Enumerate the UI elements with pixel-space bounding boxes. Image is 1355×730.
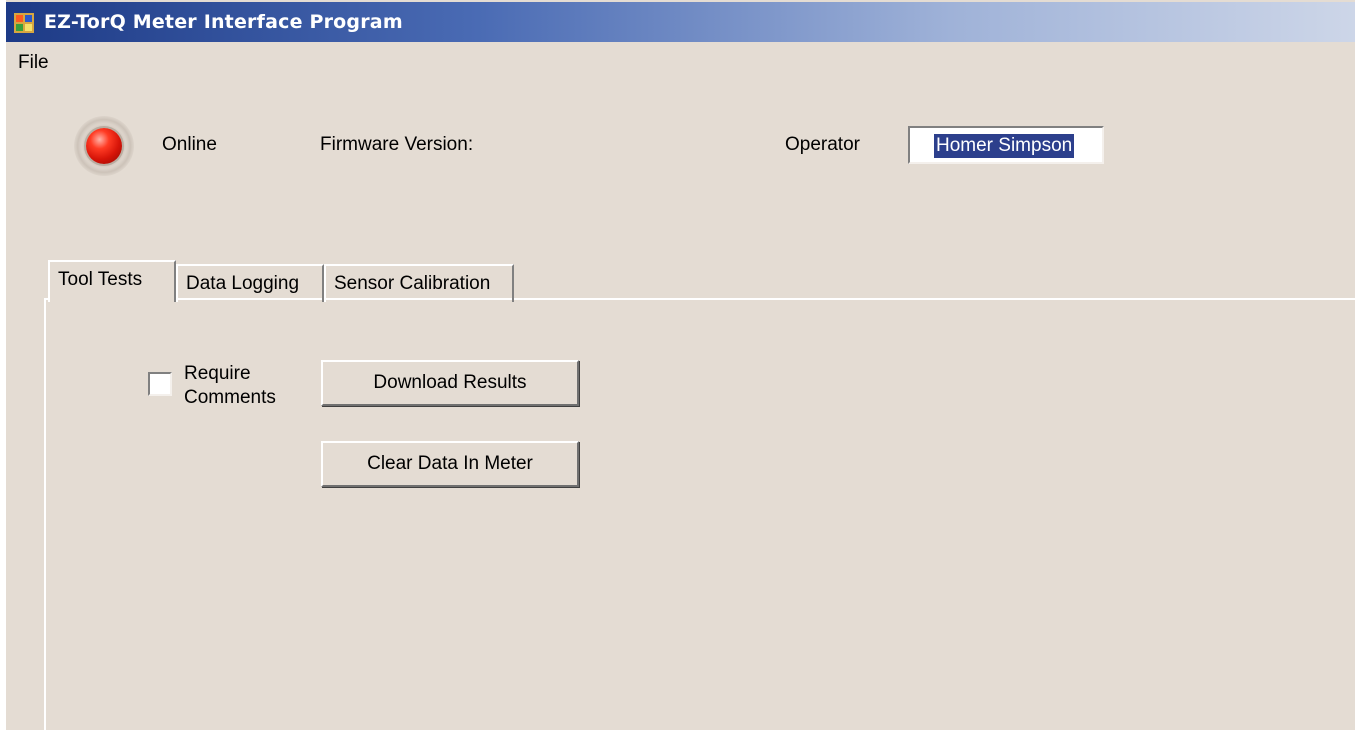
firmware-version-label: Firmware Version: xyxy=(320,134,474,155)
tab-data-logging[interactable]: Data Logging xyxy=(176,264,324,302)
require-comments-label: Require Comments xyxy=(184,362,276,410)
online-label: Online xyxy=(162,134,217,155)
window-left-edge xyxy=(0,0,6,730)
require-comments-checkbox[interactable] xyxy=(148,372,172,396)
window-title: EZ-TorQ Meter Interface Program xyxy=(44,11,403,33)
operator-input-value: Homer Simpson xyxy=(934,134,1075,158)
app-window-icon xyxy=(14,13,34,33)
clear-data-button[interactable]: Clear Data In Meter xyxy=(321,441,579,487)
operator-input[interactable]: Homer Simpson xyxy=(908,126,1104,164)
title-bar[interactable]: EZ-TorQ Meter Interface Program xyxy=(6,2,1355,42)
require-comments-label-line1: Require xyxy=(184,363,251,384)
require-comments-label-line2: Comments xyxy=(184,387,276,408)
tab-tool-tests[interactable]: Tool Tests xyxy=(48,260,176,302)
download-results-button[interactable]: Download Results xyxy=(321,360,579,406)
tab-sensor-calibration[interactable]: Sensor Calibration xyxy=(324,264,514,302)
menu-file[interactable]: File xyxy=(14,50,53,76)
operator-label: Operator xyxy=(785,134,860,155)
red-led-icon xyxy=(86,128,122,164)
